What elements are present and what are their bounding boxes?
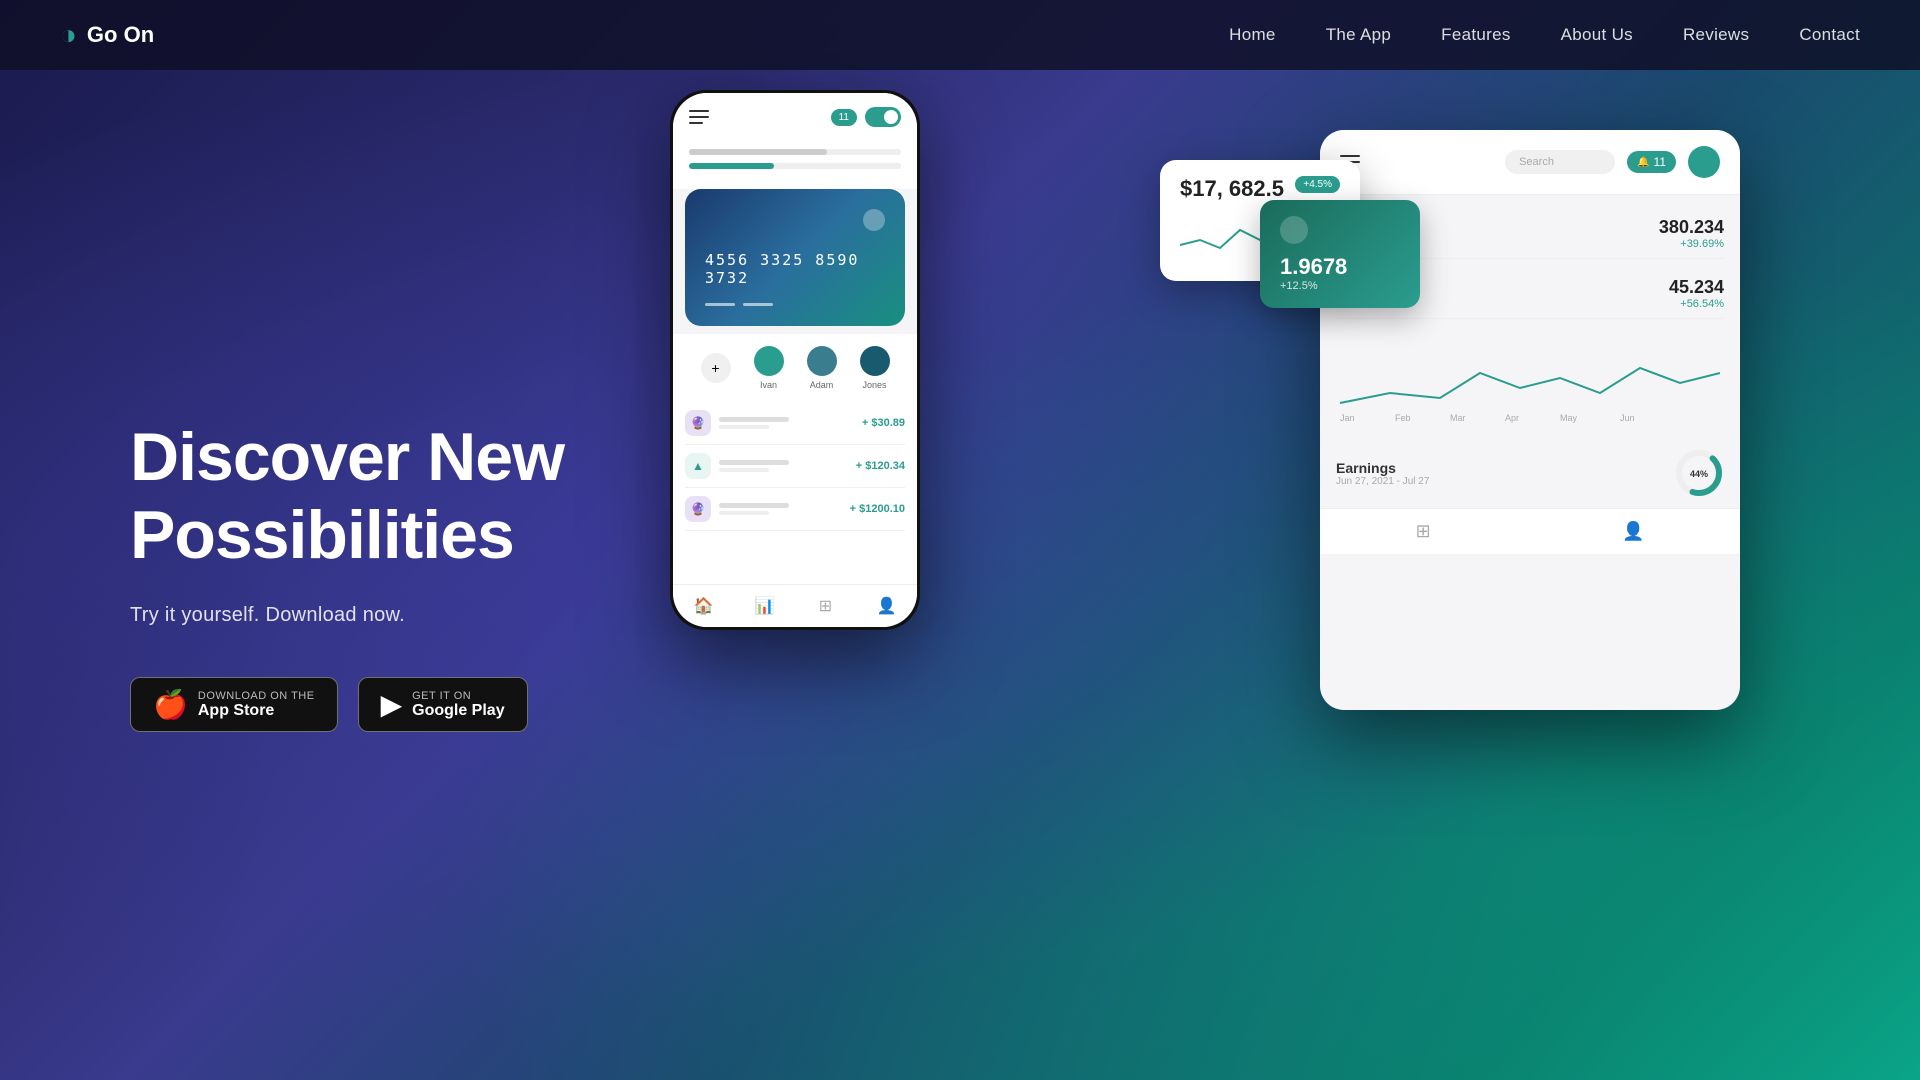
tablet-nav-grid-icon[interactable]: ⊞ (1416, 521, 1431, 542)
contact-jones[interactable]: Jones (860, 346, 890, 390)
earnings-label: Earnings (1336, 460, 1429, 476)
txn-amount-2: + $120.34 (856, 460, 905, 472)
teal-card-value: 1.9678 (1280, 254, 1400, 280)
navbar: ◑ Go On Home The App Features About Us R… (0, 0, 1920, 70)
svg-text:Jan: Jan (1340, 413, 1355, 423)
transaction-3: 🔮 + $1200.10 (685, 488, 905, 531)
phone-toggle[interactable] (865, 107, 901, 127)
stat-values-2: 45.234 +56.54% (1669, 277, 1724, 310)
card-number: 4556 3325 8590 3732 (705, 251, 885, 287)
mockup-area: Search 🔔 11 38 (650, 70, 1790, 1080)
tablet-header: Search 🔔 11 (1320, 130, 1740, 195)
phone-card: 4556 3325 8590 3732 (685, 189, 905, 326)
svg-text:Feb: Feb (1395, 413, 1411, 423)
svg-text:Apr: Apr (1505, 413, 1519, 423)
phone-nav-grid-icon[interactable]: ⊞ (815, 595, 837, 617)
txn-icon-3: 🔮 (685, 496, 711, 522)
tablet-nav-person-icon[interactable]: 👤 (1622, 521, 1644, 542)
txn-icon-2: ▲ (685, 453, 711, 479)
card-lines (705, 303, 885, 306)
app-store-label: App Store (198, 702, 315, 720)
nav-links: Home The App Features About Us Reviews C… (1229, 25, 1860, 45)
svg-text:Mar: Mar (1450, 413, 1466, 423)
stats-card-header: $17, 682.5 +4.5% (1180, 176, 1340, 202)
nav-item-features[interactable]: Features (1441, 25, 1511, 45)
phone-nav-chart-icon[interactable]: 📊 (754, 595, 776, 617)
contact-add[interactable]: + (701, 353, 731, 383)
contact-ivan[interactable]: Ivan (754, 346, 784, 390)
progress-bar-2 (689, 163, 901, 169)
teal-card-icon (1280, 216, 1308, 244)
stat-change-1: +39.69% (1659, 238, 1724, 250)
hero-subtitle: Try it yourself. Download now. (130, 604, 650, 627)
hero-title: Discover New Possibilities (130, 418, 650, 574)
txn-icon-1: 🔮 (685, 410, 711, 436)
contact-adam[interactable]: Adam (807, 346, 837, 390)
apple-icon: 🍎 (153, 688, 188, 721)
nav-item-home[interactable]: Home (1229, 25, 1276, 45)
earnings-date: Jun 27, 2021 - Jul 27 (1336, 476, 1429, 487)
phone-nav-profile-icon[interactable]: 👤 (876, 595, 898, 617)
tablet-search[interactable]: Search (1505, 150, 1615, 174)
app-store-label-small: Download on the (198, 690, 315, 702)
transaction-1: 🔮 + $30.89 (685, 402, 905, 445)
app-store-button[interactable]: 🍎 Download on the App Store (130, 677, 338, 732)
tablet-chart: Jan Feb Mar Apr May Jun (1320, 333, 1740, 438)
transaction-2: ▲ + $120.34 (685, 445, 905, 488)
phone-notif-badge[interactable]: 11 (831, 109, 857, 126)
phone-header: 11 (673, 93, 917, 137)
nav-item-reviews[interactable]: Reviews (1683, 25, 1749, 45)
teal-stat-card: 1.9678 +12.5% (1260, 200, 1420, 308)
brand-name: Go On (87, 22, 154, 48)
hero-text-area: Discover New Possibilities Try it yourse… (130, 418, 650, 732)
earnings-donut: 44% (1674, 448, 1724, 498)
play-icon: ▶ (381, 688, 403, 721)
stat-value-2: 45.234 (1669, 277, 1724, 298)
progress-bar-1 (689, 149, 901, 155)
txn-amount-3: + $1200.10 (850, 503, 905, 515)
nav-item-contact[interactable]: Contact (1799, 25, 1860, 45)
phone-hamburger-icon (689, 110, 709, 124)
logo-icon: ◑ (60, 19, 77, 51)
phone-transactions: 🔮 + $30.89 (673, 402, 917, 584)
phone-inner: 11 (673, 93, 917, 627)
nav-item-about-us[interactable]: About Us (1561, 25, 1633, 45)
download-buttons: 🍎 Download on the App Store ▶ GET IT ON … (130, 677, 650, 732)
stat-values-1: 380.234 +39.69% (1659, 217, 1724, 250)
notif-count: 11 (1654, 155, 1666, 169)
teal-card-change: +12.5% (1280, 280, 1400, 292)
hero-section: Discover New Possibilities Try it yourse… (0, 70, 1920, 1080)
stat-change-2: +56.54% (1669, 298, 1724, 310)
txn-amount-1: + $30.89 (862, 417, 905, 429)
svg-text:Jun: Jun (1620, 413, 1635, 423)
brand-logo[interactable]: ◑ Go On (60, 19, 154, 51)
stats-card-value: $17, 682.5 (1180, 176, 1284, 202)
earnings-info: Earnings Jun 27, 2021 - Jul 27 (1336, 460, 1429, 487)
phone-header-right: 11 (831, 107, 901, 127)
svg-text:May: May (1560, 413, 1578, 423)
user-avatar[interactable] (1688, 146, 1720, 178)
phone-bottom-nav: 🏠 📊 ⊞ 👤 (673, 584, 917, 627)
earnings-section: Earnings Jun 27, 2021 - Jul 27 44% (1320, 438, 1740, 508)
stats-card-badge: +4.5% (1295, 176, 1340, 193)
phone-mockup: 11 (670, 90, 920, 630)
google-play-label-small: GET IT ON (412, 690, 504, 702)
phone-progress-area (673, 137, 917, 189)
google-play-button[interactable]: ▶ GET IT ON Google Play (358, 677, 528, 732)
notification-badge[interactable]: 🔔 11 (1627, 151, 1676, 173)
tablet-header-right: Search 🔔 11 (1505, 146, 1720, 178)
nav-item-the-app[interactable]: The App (1326, 25, 1391, 45)
google-play-label: Google Play (412, 702, 504, 720)
phone-nav-home-icon[interactable]: 🏠 (693, 595, 715, 617)
stat-value-1: 380.234 (1659, 217, 1724, 238)
phone-contacts: + Ivan Adam Jones (673, 334, 917, 402)
svg-text:44%: 44% (1690, 469, 1708, 479)
tablet-bottom-nav: ⊞ 👤 (1320, 508, 1740, 554)
